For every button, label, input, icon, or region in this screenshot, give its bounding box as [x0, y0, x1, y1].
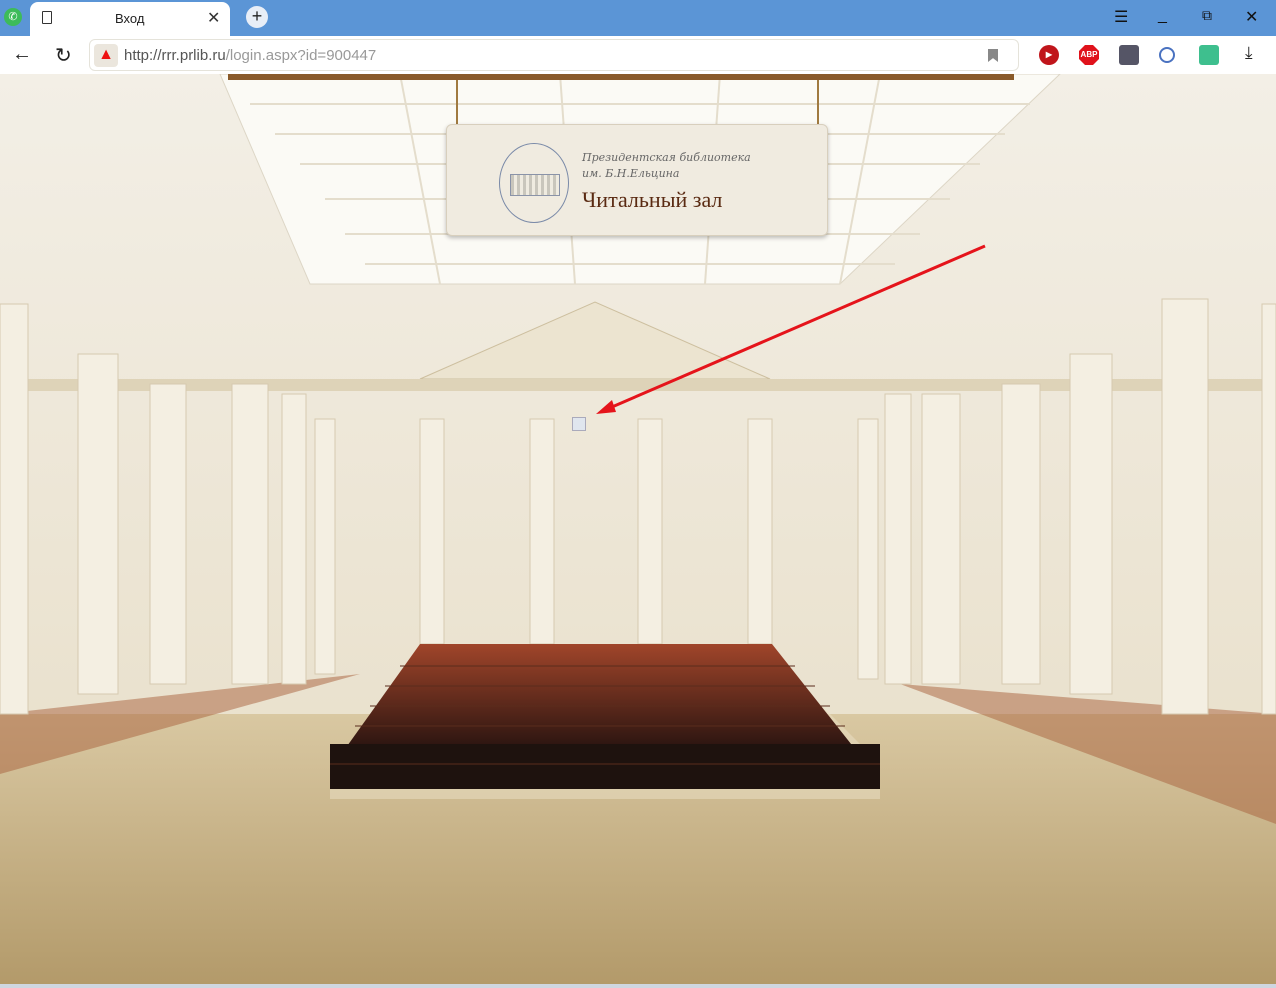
url-path: /login.aspx?id=900447 — [225, 47, 377, 64]
tab-active[interactable]: Вход ✕ — [30, 2, 230, 36]
whatsapp-icon[interactable]: ✆ — [4, 8, 22, 26]
library-logo — [499, 143, 569, 223]
close-tab-icon[interactable]: ✕ — [207, 8, 220, 28]
youtube-ext-icon[interactable]: ▶ — [1039, 45, 1059, 65]
restore-button[interactable]: ⧉ — [1202, 7, 1212, 24]
tab-bar: ✆ Вход ✕ + ☰ _ ⧉ ✕ — [0, 0, 1276, 36]
sign-line-1: Президентская библиотека — [582, 151, 751, 164]
toolbar: ← ↻ ▲ http://rrr.prlib.ru/login.aspx?id=… — [0, 36, 1276, 74]
minimize-button[interactable]: _ — [1158, 7, 1167, 25]
search-ext-icon[interactable] — [1159, 47, 1175, 63]
reload-button[interactable]: ↻ — [55, 43, 72, 68]
front-seats — [330, 744, 880, 789]
reading-hall-page: Президентская библиотека им. Б.Н.Ельцина… — [0, 74, 1276, 984]
broken-image-icon[interactable] — [572, 417, 586, 431]
bookmark-icon[interactable] — [988, 49, 998, 62]
url-text[interactable]: http://rrr.prlib.ru/login.aspx?id=900447 — [124, 47, 376, 64]
url-domain: http://rrr.prlib.ru — [124, 47, 226, 64]
tab-title: Вход — [115, 11, 145, 26]
new-tab-button[interactable]: + — [246, 6, 268, 28]
close-window-button[interactable]: ✕ — [1245, 7, 1258, 27]
warning-icon[interactable]: ▲ — [94, 44, 118, 67]
address-bar[interactable]: ▲ http://rrr.prlib.ru/login.aspx?id=9004… — [89, 39, 1019, 71]
status-strip — [0, 984, 1276, 988]
page-icon — [42, 11, 52, 24]
seating — [345, 644, 855, 749]
sign-line-2: им. Б.Н.Ельцина — [582, 167, 680, 180]
reading-hall-sign: Президентская библиотека им. Б.Н.Ельцина… — [446, 124, 828, 236]
map-ext-icon[interactable] — [1119, 45, 1139, 65]
download-icon[interactable]: ⤓ — [1245, 43, 1253, 63]
menu-icon[interactable]: ☰ — [1114, 7, 1128, 27]
adblock-plus-icon[interactable]: ABP — [1079, 45, 1099, 65]
sign-title: Читальный зал — [582, 187, 723, 212]
bulb-ext-icon[interactable] — [1199, 45, 1219, 65]
back-button[interactable]: ← — [12, 43, 32, 66]
